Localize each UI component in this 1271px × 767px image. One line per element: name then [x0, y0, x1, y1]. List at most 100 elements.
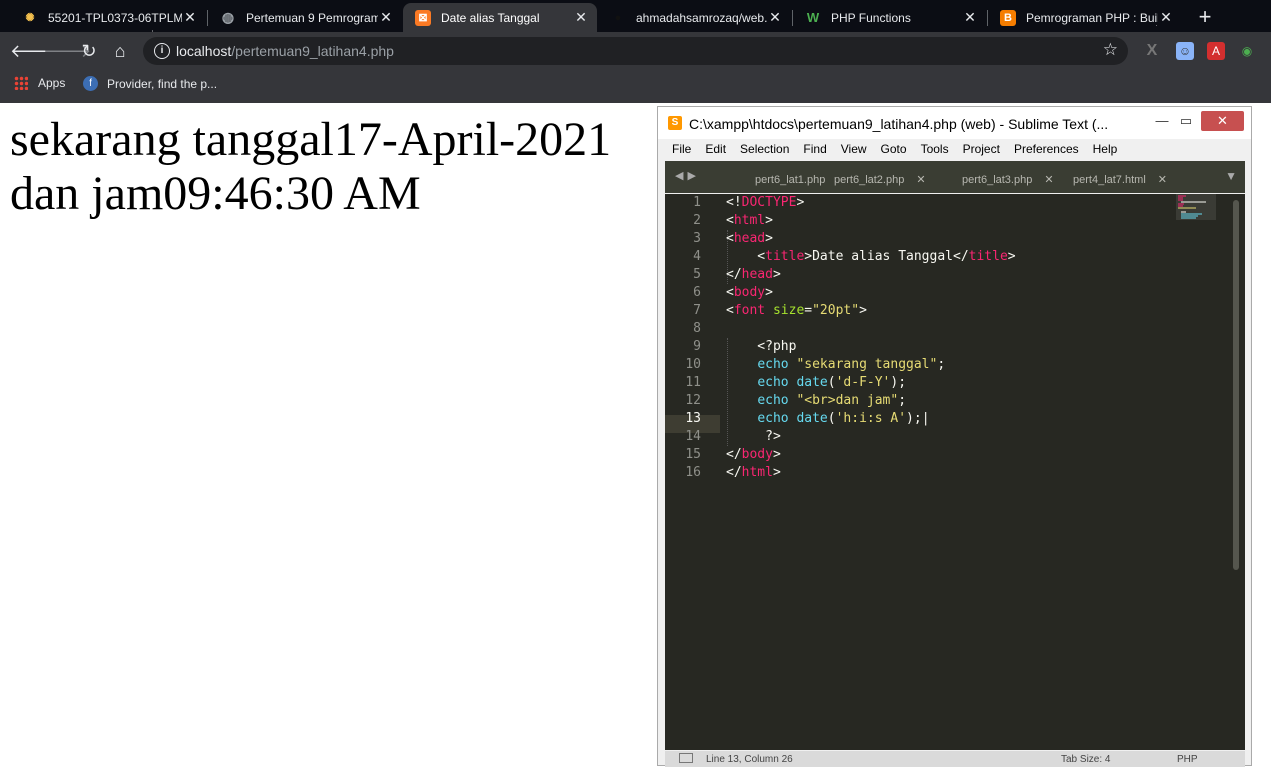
editor-tab-label: pert6_lat2.php — [834, 174, 905, 186]
browser-tab[interactable]: ● ahmadahsamrozaq/web. ✕ — [598, 3, 791, 32]
editor-tab[interactable]: pert6_lat2.php ✕ — [834, 167, 926, 193]
forward-arrow-icon[interactable]: 🡒 — [43, 38, 91, 64]
close-icon[interactable]: ✕ — [962, 9, 978, 26]
new-tab-button[interactable]: + — [1192, 5, 1218, 31]
reload-icon[interactable]: ↻ — [76, 38, 102, 64]
browser-tab[interactable]: B Pemrograman PHP : Buil ✕ — [988, 3, 1182, 32]
menu-view[interactable]: View — [834, 140, 874, 160]
menu-file[interactable]: File — [665, 140, 698, 160]
code-editor[interactable]: 1 2 3 4 5 6 7 8 9 10 11 12 13 14 15 16 <… — [665, 194, 1245, 750]
code-line: ?> — [726, 429, 781, 444]
line-number: 9 — [693, 339, 701, 354]
info-icon[interactable]: i — [154, 43, 170, 59]
menu-find[interactable]: Find — [796, 140, 833, 160]
line-number: 11 — [685, 375, 701, 390]
line-number: 6 — [693, 285, 701, 300]
minimize-icon[interactable]: — — [1152, 111, 1172, 131]
code-line: <body> — [726, 285, 773, 300]
browser-tab-active[interactable]: ⊠ Date alias Tanggal ✕ — [403, 3, 597, 32]
close-icon[interactable]: ✕ — [1158, 9, 1174, 26]
extension-avatar-icon[interactable]: ☺ — [1176, 42, 1194, 60]
fedora-icon: f — [83, 76, 98, 91]
cursor-position: Line 13, Column 26 — [706, 754, 793, 765]
code-line: echo "<br>dan jam"; — [757, 393, 907, 408]
extension-x-icon[interactable]: X — [1143, 42, 1161, 60]
blogger-icon: B — [1000, 9, 1016, 26]
menu-tools[interactable]: Tools — [914, 140, 956, 160]
line-number: 4 — [693, 249, 701, 264]
line-number: 16 — [685, 465, 701, 480]
line-number: 1 — [693, 195, 701, 210]
close-icon[interactable]: ✕ — [573, 9, 589, 26]
code-line: <font size="20pt"> — [726, 303, 867, 318]
close-icon[interactable]: ✕ — [916, 174, 925, 186]
address-bar[interactable]: i localhost/pertemuan9_latihan4.php ☆ — [143, 37, 1128, 65]
menu-edit[interactable]: Edit — [698, 140, 733, 160]
time-output-line: dan jam09:46:30 AM — [10, 167, 421, 220]
bookmarks-bar: Apps f Provider, find the p... — [0, 70, 1271, 103]
github-icon: ● — [614, 11, 622, 24]
maximize-icon[interactable]: ▭ — [1176, 111, 1196, 131]
browser-tab[interactable]: ✺ 55201-TPL0373-06TPLM0 ✕ — [10, 3, 206, 32]
editor-tab[interactable]: pert6_lat1.php — [755, 167, 825, 193]
menu-selection[interactable]: Selection — [733, 140, 796, 160]
tab-title: Date alias Tanggal — [441, 10, 540, 25]
line-number: 8 — [693, 321, 701, 336]
close-icon[interactable]: ✕ — [182, 9, 198, 26]
tab-title: ahmadahsamrozaq/web. — [636, 10, 767, 25]
window-title: C:\xampp\htdocs\pertemuan9_latihan4.php … — [689, 116, 1109, 132]
menu-project[interactable]: Project — [956, 140, 1007, 160]
code-line: <!DOCTYPE> — [726, 195, 805, 210]
xampp-icon: ⊠ — [415, 9, 431, 26]
editor-tab-label: pert4_lat7.html — [1073, 174, 1146, 186]
code-line: echo date('h:i:s A');| — [757, 411, 930, 426]
tab-title: 55201-TPL0373-06TPLM0 — [48, 10, 182, 25]
line-number: 3 — [693, 231, 701, 246]
window-titlebar[interactable]: S C:\xampp\htdocs\pertemuan9_latihan4.ph… — [658, 107, 1251, 139]
url-path: /pertemuan9_latihan4.php — [231, 43, 394, 59]
vertical-scrollbar[interactable] — [1233, 200, 1239, 570]
close-icon[interactable]: ✕ — [767, 9, 783, 26]
browser-tab[interactable]: W PHP Functions ✕ — [793, 3, 986, 32]
tab-size[interactable]: Tab Size: 4 — [1061, 754, 1110, 765]
tab-scroll-arrows-icon[interactable]: ◀▶ — [675, 169, 700, 182]
code-line: echo "sekarang tanggal"; — [757, 357, 946, 372]
line-number: 2 — [693, 213, 701, 228]
editor-tab-bar: ◀▶ pert6_lat1.php pert6_lat2.php ✕ pert6_… — [665, 161, 1245, 193]
bookmark-provider[interactable]: f Provider, find the p... — [83, 76, 217, 91]
close-icon[interactable]: ✕ — [378, 9, 394, 26]
editor-tab-label: pert6_lat3.php — [962, 174, 1033, 186]
line-number: 13 — [685, 411, 701, 426]
menu-preferences[interactable]: Preferences — [1007, 140, 1086, 160]
code-line: </html> — [726, 465, 781, 480]
php-output: sekarang tanggal17-April-2021 dan jam09:… — [10, 113, 611, 221]
tab-title: PHP Functions — [831, 10, 911, 25]
extension-globe-icon[interactable]: ◉ — [1238, 42, 1256, 60]
site-icon: ✺ — [25, 12, 35, 24]
bookmark-label: Apps — [38, 76, 66, 90]
line-number: 15 — [685, 447, 701, 462]
code-line: </head> — [726, 267, 781, 282]
close-window-icon[interactable]: ✕ — [1201, 111, 1244, 131]
apps-grid-icon — [14, 76, 28, 90]
line-number: 5 — [693, 267, 701, 282]
syntax-mode[interactable]: PHP — [1177, 754, 1198, 765]
close-icon[interactable]: ✕ — [1158, 174, 1167, 186]
menu-goto[interactable]: Goto — [874, 140, 914, 160]
close-icon[interactable]: ✕ — [1044, 174, 1053, 186]
console-toggle-icon[interactable] — [679, 753, 693, 763]
menu-help[interactable]: Help — [1086, 140, 1125, 160]
editor-tab[interactable]: pert4_lat7.html ✕ — [1073, 167, 1167, 193]
line-number: 14 — [685, 429, 701, 444]
browser-tab[interactable]: ◍ Pertemuan 9 Pemrogram ✕ — [208, 3, 402, 32]
home-icon[interactable]: ⌂ — [107, 38, 133, 64]
back-arrow-icon[interactable]: 🡐 — [10, 38, 58, 64]
pdf-extension-icon[interactable]: A — [1207, 42, 1225, 60]
bookmark-apps[interactable]: Apps — [14, 76, 65, 90]
sublime-text-window: S C:\xampp\htdocs\pertemuan9_latihan4.ph… — [657, 106, 1252, 767]
minimap[interactable] — [1176, 194, 1216, 234]
editor-tab[interactable]: pert6_lat3.php ✕ — [962, 167, 1054, 193]
tab-dropdown-icon[interactable]: ▼ — [1225, 169, 1237, 183]
bookmark-star-icon[interactable]: ☆ — [1103, 40, 1118, 60]
w3schools-icon: W — [806, 10, 820, 25]
